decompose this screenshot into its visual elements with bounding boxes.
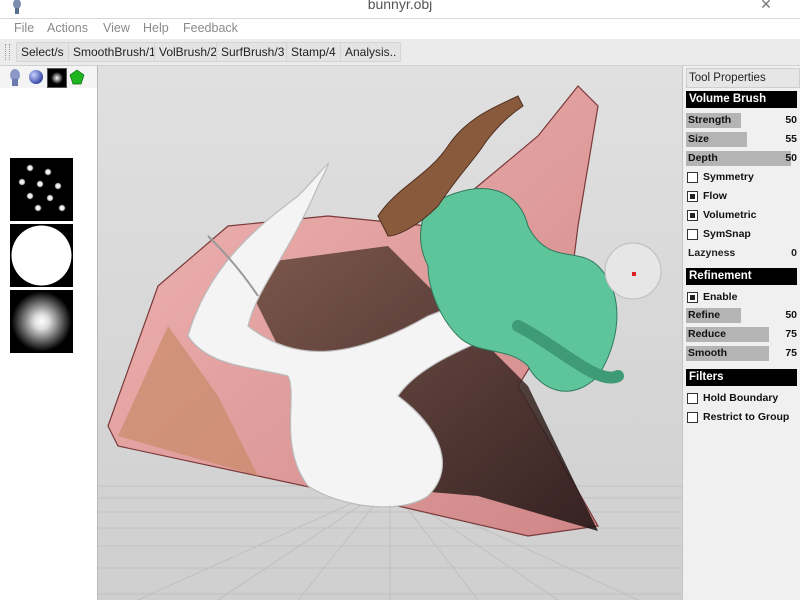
mesh-render: [98, 66, 682, 600]
dots-alpha-tile[interactable]: [10, 158, 73, 221]
flow-label: Flow: [703, 190, 727, 202]
enable-label: Enable: [703, 291, 738, 303]
volume-brush-header: Volume Brush: [686, 91, 797, 108]
reference-sphere: [604, 242, 662, 300]
volumetric-checkbox[interactable]: Volumetric: [686, 208, 797, 223]
head-icon[interactable]: [6, 68, 24, 86]
menu-file[interactable]: File: [14, 21, 34, 35]
symmetry-checkbox[interactable]: Symmetry: [686, 170, 797, 185]
size-label: Size: [688, 133, 710, 145]
hold-boundary-label: Hold Boundary: [703, 392, 779, 404]
symsnap-checkbox[interactable]: SymSnap: [686, 227, 797, 242]
window-title: bunnyr.obj: [367, 0, 433, 12]
restrict-to-group-checkbox[interactable]: Restrict to Group: [686, 410, 797, 425]
strength-label: Strength: [688, 114, 732, 126]
smooth-value: 75: [785, 347, 797, 359]
lazyness-field[interactable]: Lazyness 0: [686, 246, 797, 261]
refine-slider[interactable]: Refine 50: [686, 308, 797, 323]
smooth-brush-button[interactable]: SmoothBrush/1: [68, 42, 161, 62]
depth-slider[interactable]: Depth 50: [686, 151, 797, 166]
menu-bar: File Actions View Help Feedback: [0, 19, 800, 39]
enable-checkbox[interactable]: Enable: [686, 290, 797, 305]
hold-boundary-checkbox[interactable]: Hold Boundary: [686, 391, 797, 406]
tool-properties-panel: Tool Properties Volume Brush Strength 50…: [682, 66, 800, 600]
brush-type-row: [0, 66, 97, 88]
symsnap-label: SymSnap: [703, 228, 751, 240]
surf-brush-button[interactable]: SurfBrush/3: [216, 42, 290, 62]
restrict-to-group-label: Restrict to Group: [703, 411, 790, 423]
title-bar: bunnyr.obj ✕: [0, 0, 800, 19]
size-slider[interactable]: Size 55: [686, 132, 797, 147]
size-value: 55: [785, 133, 797, 145]
analysis-button[interactable]: Analysis..: [340, 42, 402, 62]
window-close-button[interactable]: ✕: [746, 0, 786, 16]
restrict-to-group-box[interactable]: [687, 412, 698, 423]
menu-feedback[interactable]: Feedback: [183, 21, 238, 35]
symsnap-box[interactable]: [687, 229, 698, 240]
stamp-button[interactable]: Stamp/4: [286, 42, 341, 62]
reduce-value: 75: [785, 328, 797, 340]
lazyness-label: Lazyness: [688, 247, 736, 259]
pentagon-icon[interactable]: [68, 68, 86, 86]
strength-slider[interactable]: Strength 50: [686, 113, 797, 128]
filters-header: Filters: [686, 369, 797, 386]
hard-circle-alpha-tile[interactable]: [10, 224, 73, 287]
soft-circle-alpha-tile[interactable]: [10, 290, 73, 353]
toolbar-grip[interactable]: [5, 44, 10, 60]
smooth-label: Smooth: [688, 347, 728, 359]
brush-panel: [0, 66, 98, 600]
depth-label: Depth: [688, 152, 718, 164]
reduce-slider[interactable]: Reduce 75: [686, 327, 797, 342]
depth-value: 50: [785, 152, 797, 164]
strength-value: 50: [785, 114, 797, 126]
lazyness-value: 0: [791, 247, 797, 259]
hold-boundary-box[interactable]: [687, 393, 698, 404]
smooth-slider[interactable]: Smooth 75: [686, 346, 797, 361]
tool-toolbar: Select/s SmoothBrush/1 VolBrush/2 SurfBr…: [0, 39, 800, 66]
menu-help[interactable]: Help: [143, 21, 169, 35]
reduce-label: Reduce: [688, 328, 726, 340]
menu-actions[interactable]: Actions: [47, 21, 88, 35]
volumetric-box[interactable]: [687, 210, 698, 221]
flow-checkbox[interactable]: Flow: [686, 189, 797, 204]
flow-box[interactable]: [687, 191, 698, 202]
symmetry-box[interactable]: [687, 172, 698, 183]
refine-label: Refine: [688, 309, 721, 321]
select-tool-button[interactable]: Select/s: [16, 42, 69, 62]
volumetric-label: Volumetric: [703, 209, 757, 221]
tool-properties-title: Tool Properties: [686, 68, 800, 88]
vol-brush-button[interactable]: VolBrush/2: [154, 42, 223, 62]
refinement-header: Refinement: [686, 268, 797, 285]
enable-box[interactable]: [687, 292, 698, 303]
sphere-icon[interactable]: [27, 68, 45, 86]
menu-view[interactable]: View: [103, 21, 130, 35]
square-stamp-icon[interactable]: [47, 68, 67, 88]
refine-value: 50: [785, 309, 797, 321]
symmetry-label: Symmetry: [703, 171, 754, 183]
3d-viewport[interactable]: [98, 66, 682, 600]
